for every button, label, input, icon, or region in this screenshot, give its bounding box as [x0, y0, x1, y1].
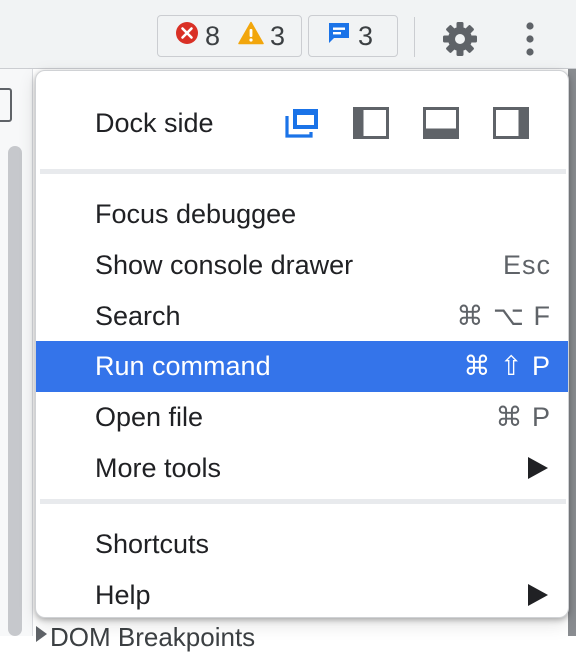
- menu-item-label: Search: [95, 301, 181, 331]
- menu-item-search[interactable]: Search ⌘ ⌥ F: [36, 291, 568, 342]
- undock-button[interactable]: [283, 107, 321, 139]
- menu-item-run-command[interactable]: Run command ⌘ ⇧ P: [36, 341, 568, 392]
- toolbar-divider: [414, 17, 415, 57]
- undock-icon: [283, 109, 321, 143]
- kebab-menu-icon: [518, 22, 542, 63]
- dock-side-label: Dock side: [95, 108, 214, 138]
- devtools-toolbar: 8 3 3: [0, 0, 576, 69]
- warning-count: 3: [270, 20, 286, 51]
- dock-right-button[interactable]: [492, 107, 530, 139]
- expand-arrow-icon[interactable]: [36, 626, 47, 642]
- menu-item-label: Focus debuggee: [95, 199, 297, 229]
- menu-divider: [40, 169, 566, 174]
- background-section-title[interactable]: DOM Breakpoints: [50, 622, 255, 653]
- warning-icon: [238, 21, 264, 52]
- menu-item-label: Show console drawer: [95, 250, 354, 280]
- dock-bottom-icon: [422, 107, 460, 143]
- error-icon: [175, 21, 199, 52]
- message-icon: [326, 20, 352, 53]
- menu-divider: [40, 499, 566, 504]
- dock-left-icon: [352, 107, 390, 143]
- more-options-button[interactable]: [518, 19, 542, 59]
- menu-item-label: Shortcuts: [95, 529, 210, 559]
- dock-left-button[interactable]: [352, 107, 390, 139]
- menu-item-label: More tools: [95, 453, 222, 483]
- dock-right-icon: [492, 107, 530, 143]
- gear-icon: [440, 22, 480, 63]
- messages-counter-button[interactable]: 3: [308, 15, 398, 57]
- submenu-arrow-icon: [528, 457, 548, 479]
- background-checkbox[interactable]: [0, 88, 12, 122]
- error-count: 8: [205, 20, 221, 51]
- menu-item-focus-debuggee[interactable]: Focus debuggee: [36, 189, 568, 240]
- menu-item-label: Run command: [95, 351, 271, 381]
- message-count: 3: [358, 20, 374, 51]
- menu-item-shortcuts[interactable]: Shortcuts: [36, 519, 568, 570]
- menu-item-help[interactable]: Help: [36, 570, 568, 621]
- menu-item-label: Open file: [95, 402, 204, 432]
- menu-item-label: Help: [95, 580, 151, 610]
- issues-counter-button[interactable]: 8 3: [157, 15, 302, 57]
- dock-bottom-button[interactable]: [422, 107, 460, 139]
- submenu-arrow-icon: [528, 584, 548, 606]
- menu-item-more-tools[interactable]: More tools: [36, 443, 568, 494]
- dock-side-row: Dock side: [36, 95, 568, 151]
- background-right-scrollbar[interactable]: [568, 69, 576, 636]
- menu-item-show-console-drawer[interactable]: Show console drawer Esc: [36, 240, 568, 291]
- main-menu-popup: Dock side Focus debuggee Show console dr…: [35, 70, 569, 618]
- menu-item-shortcut: ⌘ P: [495, 402, 551, 432]
- menu-item-shortcut: Esc: [502, 250, 551, 280]
- menu-item-open-file[interactable]: Open file ⌘ P: [36, 392, 568, 443]
- background-scrollbar[interactable]: [8, 146, 22, 636]
- menu-item-shortcut: ⌘ ⇧ P: [463, 351, 551, 381]
- settings-button[interactable]: [440, 19, 480, 59]
- menu-item-shortcut: ⌘ ⌥ F: [456, 301, 551, 331]
